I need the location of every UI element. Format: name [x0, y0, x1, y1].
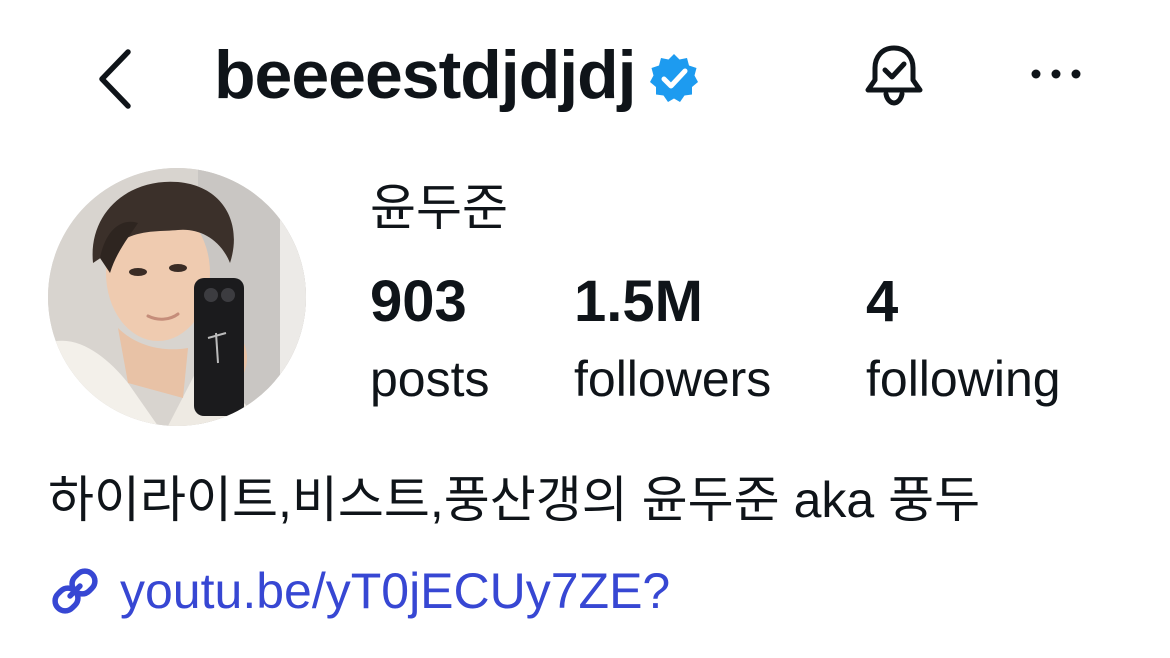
followers-count: 1.5M — [574, 269, 703, 334]
bell-check-icon — [865, 45, 923, 106]
avatar-photo — [48, 168, 306, 426]
notifications-button[interactable] — [858, 38, 930, 110]
following-label: following — [866, 351, 1061, 407]
profile-header: beeeestdjdjdj — [0, 0, 1170, 150]
following-count: 4 — [866, 269, 899, 334]
display-name: 윤두준 — [370, 180, 508, 236]
posts-count: 903 — [370, 269, 467, 334]
username-row: beeeestdjdjdj — [214, 30, 700, 120]
followers-label: followers — [574, 351, 772, 407]
posts-label: posts — [370, 351, 490, 407]
profile-link[interactable]: youtu.be/yT0jECUy7ZE? — [48, 560, 670, 622]
ellipsis-icon — [1031, 69, 1081, 79]
link-icon — [52, 568, 98, 614]
followers-stat[interactable]: 1.5M followers — [574, 270, 771, 410]
profile-bio: 하이라이트,비스트,풍산갱의 윤두준 aka 풍두 — [48, 472, 981, 528]
link-text[interactable]: youtu.be/yT0jECUy7ZE? — [120, 562, 670, 620]
back-button[interactable] — [88, 40, 148, 110]
chevron-left-icon — [99, 49, 131, 109]
username: beeeestdjdjdj — [214, 37, 637, 113]
avatar[interactable] — [48, 168, 306, 426]
more-options-button[interactable] — [1024, 44, 1088, 104]
posts-stat[interactable]: 903 posts — [370, 270, 490, 410]
verified-badge-icon — [649, 54, 698, 102]
following-stat[interactable]: 4 following — [866, 270, 1061, 410]
